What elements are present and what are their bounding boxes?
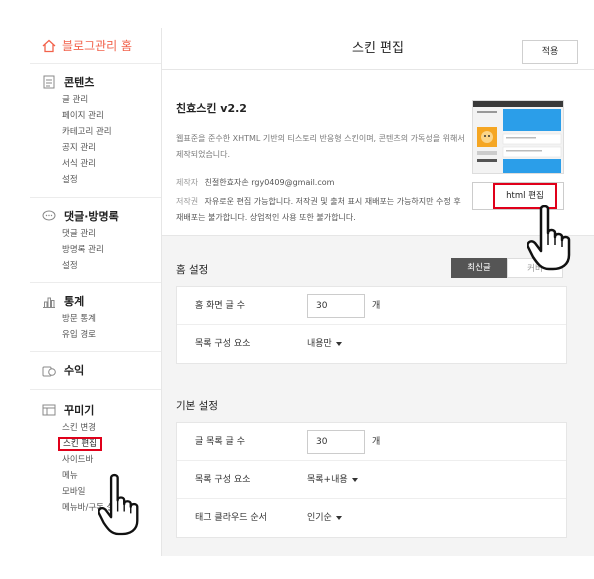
top-bar: 스킨 편집 적용 bbox=[162, 28, 594, 70]
sidebar-heading-content[interactable]: 콘텐츠 bbox=[30, 72, 161, 92]
sidebar-home-link[interactable]: 블로그관리 홈 bbox=[30, 28, 161, 64]
sidebar-heading-label: 꾸미기 bbox=[64, 404, 95, 417]
html-edit-button[interactable]: html 편집 bbox=[493, 183, 557, 209]
list-elements-label: 목록 구성 요소 bbox=[195, 475, 251, 485]
author-value: 친절한효자손 rgy0409@gmail.com bbox=[204, 178, 335, 187]
list-elements-select[interactable]: 목록+내용 bbox=[307, 461, 358, 499]
sidebar-item-templates[interactable]: 서식 관리 bbox=[30, 156, 161, 172]
sidebar-item-content-settings[interactable]: 설정 bbox=[30, 172, 161, 188]
sidebar-item-menu[interactable]: 메뉴 bbox=[30, 468, 161, 484]
settings-row: 글 목록 글 수 30 개 bbox=[177, 423, 566, 461]
sidebar-heading-design[interactable]: 꾸미기 bbox=[30, 400, 161, 420]
toggle-cover-button[interactable]: 커버 bbox=[507, 258, 563, 278]
sidebar-item-menubar[interactable]: 메뉴바/구독 설정 bbox=[30, 500, 161, 516]
sidebar-item-pages[interactable]: 페이지 관리 bbox=[30, 108, 161, 124]
sidebar-section-revenue: 수익 bbox=[30, 352, 161, 390]
sidebar-item-notices[interactable]: 공지 관리 bbox=[30, 140, 161, 156]
sidebar-item-skin-edit-label: 스킨 편집 bbox=[58, 437, 102, 451]
home-post-count-input[interactable]: 30 bbox=[307, 294, 365, 318]
sidebar-heading-label: 통계 bbox=[64, 295, 85, 308]
list-elements-value: 목록+내용 bbox=[307, 475, 348, 485]
sidebar-item-skin-change[interactable]: 스킨 변경 bbox=[30, 420, 161, 436]
skin-info-card: 친효스킨 v2.2 웹표준을 준수한 XHTML 기반의 티스토리 반응형 스킨… bbox=[162, 70, 594, 236]
sidebar-item-skin-edit[interactable]: 스킨 편집 bbox=[30, 436, 161, 452]
sidebar-heading-label: 수익 bbox=[64, 364, 85, 377]
copyright-value: 자유로운 편집 가능합니다. 저작권 및 출처 표시 재배포는 가능하지만 수정… bbox=[176, 197, 461, 222]
basic-settings-title: 기본 설정 bbox=[176, 400, 218, 412]
home-list-elements-select[interactable]: 내용만 bbox=[307, 325, 342, 363]
skin-name: 친효스킨 v2.2 bbox=[176, 102, 247, 115]
document-icon bbox=[42, 75, 56, 89]
sidebar-item-sidebar[interactable]: 사이드바 bbox=[30, 452, 161, 468]
sidebar-item-visit-stats[interactable]: 방문 통계 bbox=[30, 311, 161, 327]
comment-icon bbox=[42, 209, 56, 223]
home-list-elements-label: 목록 구성 요소 bbox=[195, 339, 251, 349]
bar-chart-icon bbox=[42, 294, 56, 308]
settings-row: 태그 클라우드 순서 인기순 bbox=[177, 499, 566, 537]
list-post-count-unit: 개 bbox=[372, 437, 381, 447]
home-list-elements-value: 내용만 bbox=[307, 339, 332, 349]
sidebar-heading-label: 콘텐츠 bbox=[64, 76, 95, 89]
caret-down-icon bbox=[335, 515, 342, 520]
toggle-latest-button[interactable]: 최신글 bbox=[451, 258, 507, 278]
apply-button[interactable]: 적용 bbox=[522, 40, 578, 64]
home-settings-title: 홈 설정 bbox=[176, 264, 209, 276]
tag-cloud-order-select[interactable]: 인기순 bbox=[307, 499, 342, 537]
tag-cloud-order-label: 태그 클라우드 순서 bbox=[195, 513, 267, 523]
settings-row: 목록 구성 요소 목록+내용 bbox=[177, 461, 566, 499]
coins-icon bbox=[42, 363, 56, 377]
sidebar-heading-stats[interactable]: 통계 bbox=[30, 291, 161, 311]
sidebar-item-posts[interactable]: 글 관리 bbox=[30, 92, 161, 108]
settings-row: 홈 화면 글 수 30 개 bbox=[177, 287, 566, 325]
sidebar-section-content: 콘텐츠 글 관리 페이지 관리 카테고리 관리 공지 관리 서식 관리 설정 bbox=[30, 64, 161, 198]
sidebar-section-comments: 댓글·방명록 댓글 관리 방명록 관리 설정 bbox=[30, 198, 161, 283]
home-settings-panel: 홈 화면 글 수 30 개 목록 구성 요소 내용만 bbox=[176, 286, 567, 364]
sidebar-item-referrers[interactable]: 유입 경로 bbox=[30, 327, 161, 343]
copyright-key: 저작권 bbox=[176, 197, 199, 206]
skin-preview-image bbox=[473, 101, 563, 173]
sidebar-item-mobile[interactable]: 모바일 bbox=[30, 484, 161, 500]
sidebar-item-comment-settings[interactable]: 설정 bbox=[30, 258, 161, 274]
settings-row: 목록 구성 요소 내용만 bbox=[177, 325, 566, 363]
sidebar-section-stats: 통계 방문 통계 유입 경로 bbox=[30, 283, 161, 352]
home-post-count-label: 홈 화면 글 수 bbox=[195, 301, 245, 311]
sidebar-heading-comments[interactable]: 댓글·방명록 bbox=[30, 206, 161, 226]
sidebar-item-categories[interactable]: 카테고리 관리 bbox=[30, 124, 161, 140]
tag-cloud-order-value: 인기순 bbox=[307, 513, 332, 523]
skin-thumbnail bbox=[472, 100, 564, 174]
caret-down-icon bbox=[335, 341, 342, 346]
sidebar-heading-label: 댓글·방명록 bbox=[64, 210, 119, 223]
sidebar-item-comments[interactable]: 댓글 관리 bbox=[30, 226, 161, 242]
list-post-count-input[interactable]: 30 bbox=[307, 430, 365, 454]
author-key: 제작자 bbox=[176, 178, 199, 187]
sidebar-section-design: 꾸미기 스킨 변경 스킨 편집 사이드바 메뉴 모바일 메뉴바/구독 설정 bbox=[30, 390, 161, 524]
basic-settings-panel: 글 목록 글 수 30 개 목록 구성 요소 목록+내용 태그 클라우드 순서 … bbox=[176, 422, 567, 538]
window-icon bbox=[42, 403, 56, 417]
home-icon bbox=[42, 39, 56, 52]
home-post-count-unit: 개 bbox=[372, 301, 381, 311]
sidebar: 블로그관리 홈 콘텐츠 글 관리 페이지 관리 카테고리 관리 공지 관리 서식… bbox=[30, 28, 162, 556]
caret-down-icon bbox=[351, 477, 358, 482]
sidebar-heading-revenue[interactable]: 수익 bbox=[30, 360, 161, 380]
list-post-count-label: 글 목록 글 수 bbox=[195, 437, 245, 447]
main-content: 스킨 편집 적용 친효스킨 v2.2 웹표준을 준수한 XHTML 기반의 티스… bbox=[162, 28, 594, 556]
home-mode-toggle: 최신글 커버 bbox=[451, 258, 563, 278]
sidebar-home-label: 블로그관리 홈 bbox=[62, 39, 133, 53]
sidebar-item-guestbook[interactable]: 방명록 관리 bbox=[30, 242, 161, 258]
skin-copyright: 저작권 자유로운 편집 가능합니다. 저작권 및 출처 표시 재배포는 가능하지… bbox=[176, 194, 466, 226]
skin-author: 제작자 친절한효자손 rgy0409@gmail.com bbox=[176, 176, 476, 190]
skin-description: 웹표준을 준수한 XHTML 기반의 티스토리 반응형 스킨이며, 콘텐츠의 가… bbox=[176, 134, 465, 159]
